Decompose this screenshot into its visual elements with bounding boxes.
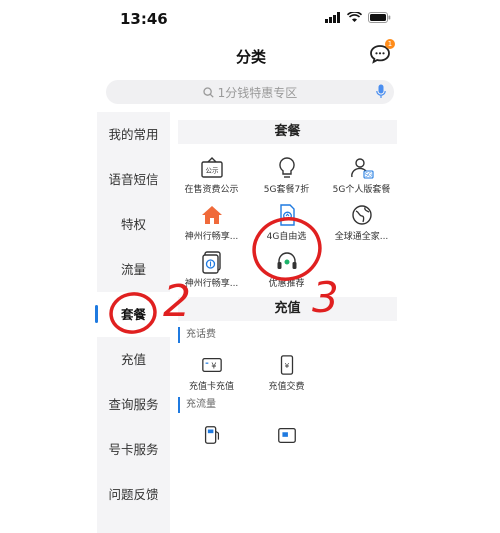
sidebar-item-sim-service[interactable]: 号卡服务	[97, 427, 170, 472]
data-fee-grid	[170, 413, 405, 461]
headset-icon	[277, 252, 296, 269]
package-grid: 公示 在售资费公示 5G套餐7折 5G 5G个人版套餐 神州行畅享... 4G自…	[170, 144, 405, 289]
message-badge: 1	[385, 39, 395, 49]
grid-item-shenzhouxing-1[interactable]: 神州行畅享...	[174, 195, 249, 242]
grid-item-card-recharge[interactable]: ¥ 充值卡充值	[174, 343, 249, 392]
sim-card-icon	[279, 204, 295, 226]
battery-icon	[368, 12, 391, 23]
lightbulb-icon	[278, 157, 295, 178]
wifi-icon	[347, 12, 362, 22]
category-sidebar: 我的常用 语音短信 特权 流量 套餐 充值 查询服务 号卡服务 问题反馈	[95, 112, 170, 533]
sidebar-item-recharge[interactable]: 充值	[97, 337, 170, 382]
grid-item-data-card[interactable]	[249, 413, 324, 461]
svg-text:¥: ¥	[284, 361, 289, 370]
sidebar-item-feedback[interactable]: 问题反馈	[97, 472, 170, 517]
microphone-icon[interactable]	[376, 84, 386, 100]
sidebar-item-privileges[interactable]: 特权	[97, 202, 170, 247]
status-icons	[325, 12, 391, 23]
section-title-recharge: 充值	[178, 297, 397, 321]
search-icon	[203, 87, 214, 98]
sidebar-item-favorites[interactable]: 我的常用	[97, 112, 170, 157]
subsection-title-phone-fee: 充话费	[178, 327, 405, 343]
grid-item-label: 充值交费	[268, 382, 305, 392]
yen-phone-icon: ¥	[280, 355, 293, 375]
grid-item-offers[interactable]: 优惠推荐	[249, 242, 324, 289]
status-time: 13:46	[120, 10, 168, 28]
fuel-icon	[204, 426, 219, 444]
grid-item-5g-personal[interactable]: 5G 5G个人版套餐	[324, 148, 399, 195]
search-field[interactable]: 1分钱特惠专区	[106, 84, 394, 101]
grid-item-4g-free-choice[interactable]: 4G自由选	[249, 195, 324, 242]
grid-item-shenzhouxing-2[interactable]: 神州行畅享...	[174, 242, 249, 289]
card-icon	[277, 427, 296, 443]
svg-text:¥: ¥	[211, 361, 216, 371]
phone-screen: 13:46 分类 1 1分钱特惠专区 我的常用 语音短信 特权 流量 套餐 充值…	[95, 0, 405, 533]
grid-item-label: 神州行畅享...	[184, 279, 239, 289]
dollar-card-icon	[201, 251, 221, 274]
grid-item-label: 5G套餐7折	[263, 185, 310, 195]
grid-item-label: 充值卡充值	[188, 382, 234, 392]
search-placeholder: 1分钱特惠专区	[217, 86, 298, 100]
grid-item-global-family[interactable]: 全球通全家...	[324, 195, 399, 242]
grid-item-data-recharge[interactable]	[174, 413, 249, 461]
yen-card-icon: ¥	[201, 357, 222, 373]
message-button[interactable]: 1	[369, 39, 395, 65]
sidebar-item-voice-sms[interactable]: 语音短信	[97, 157, 170, 202]
grid-item-label: 全球通全家...	[334, 232, 389, 242]
sidebar-item-query[interactable]: 查询服务	[97, 382, 170, 427]
grid-item-tariff-notice[interactable]: 公示 在售资费公示	[174, 148, 249, 195]
section-title-package: 套餐	[178, 120, 397, 144]
grid-item-label: 优惠推荐	[268, 279, 305, 289]
sidebar-item-data[interactable]: 流量	[97, 247, 170, 292]
svg-text:公示: 公示	[205, 167, 219, 175]
grid-item-pay-bill[interactable]: ¥ 充值交费	[249, 343, 324, 392]
category-content: 套餐 公示 在售资费公示 5G套餐7折 5G 5G个人版套餐 神州行畅享... …	[170, 112, 405, 533]
phone-fee-grid: ¥ 充值卡充值 ¥ 充值交费	[170, 343, 405, 392]
search-bar[interactable]: 1分钱特惠专区	[106, 80, 394, 104]
home-icon	[201, 206, 222, 224]
signal-icon	[325, 12, 340, 23]
user-5g-icon: 5G	[350, 158, 374, 179]
grid-item-5g-discount[interactable]: 5G套餐7折	[249, 148, 324, 195]
globe-icon	[351, 205, 372, 225]
svg-text:5G: 5G	[364, 173, 371, 179]
page-title: 分类	[235, 48, 266, 66]
nav-bar: 分类 1	[97, 38, 405, 72]
grid-item-label: 在售资费公示	[184, 185, 239, 195]
grid-item-label: 5G个人版套餐	[332, 185, 391, 195]
subsection-title-data-fee: 充流量	[178, 397, 405, 413]
grid-item-label: 神州行畅享...	[184, 232, 239, 242]
notice-board-icon: 公示	[200, 157, 223, 178]
sidebar-item-package[interactable]: 套餐	[95, 292, 170, 337]
grid-item-label: 4G自由选	[266, 232, 307, 242]
status-bar: 13:46	[97, 0, 405, 38]
